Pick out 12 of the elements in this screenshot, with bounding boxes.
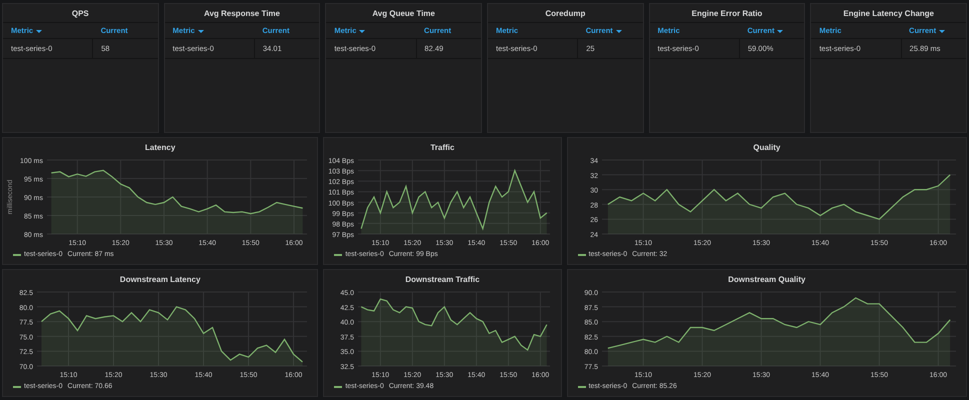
panel-title: Quality — [752, 142, 782, 154]
panel-title: Traffic — [429, 142, 456, 154]
panel-title: Coredump — [544, 8, 586, 20]
panel-title: Downstream Quality — [727, 274, 806, 286]
panel-title: Avg Response Time — [202, 8, 281, 20]
panel-title: Downstream Latency — [118, 274, 202, 286]
panel-title: Engine Latency Change — [842, 8, 935, 20]
panel-title: Engine Error Ratio — [690, 8, 764, 20]
panel-title: Downstream Traffic — [404, 274, 481, 286]
panel-title: Latency — [144, 142, 176, 154]
panel-title: QPS — [70, 8, 90, 20]
panel-title: Avg Queue Time — [371, 8, 436, 20]
